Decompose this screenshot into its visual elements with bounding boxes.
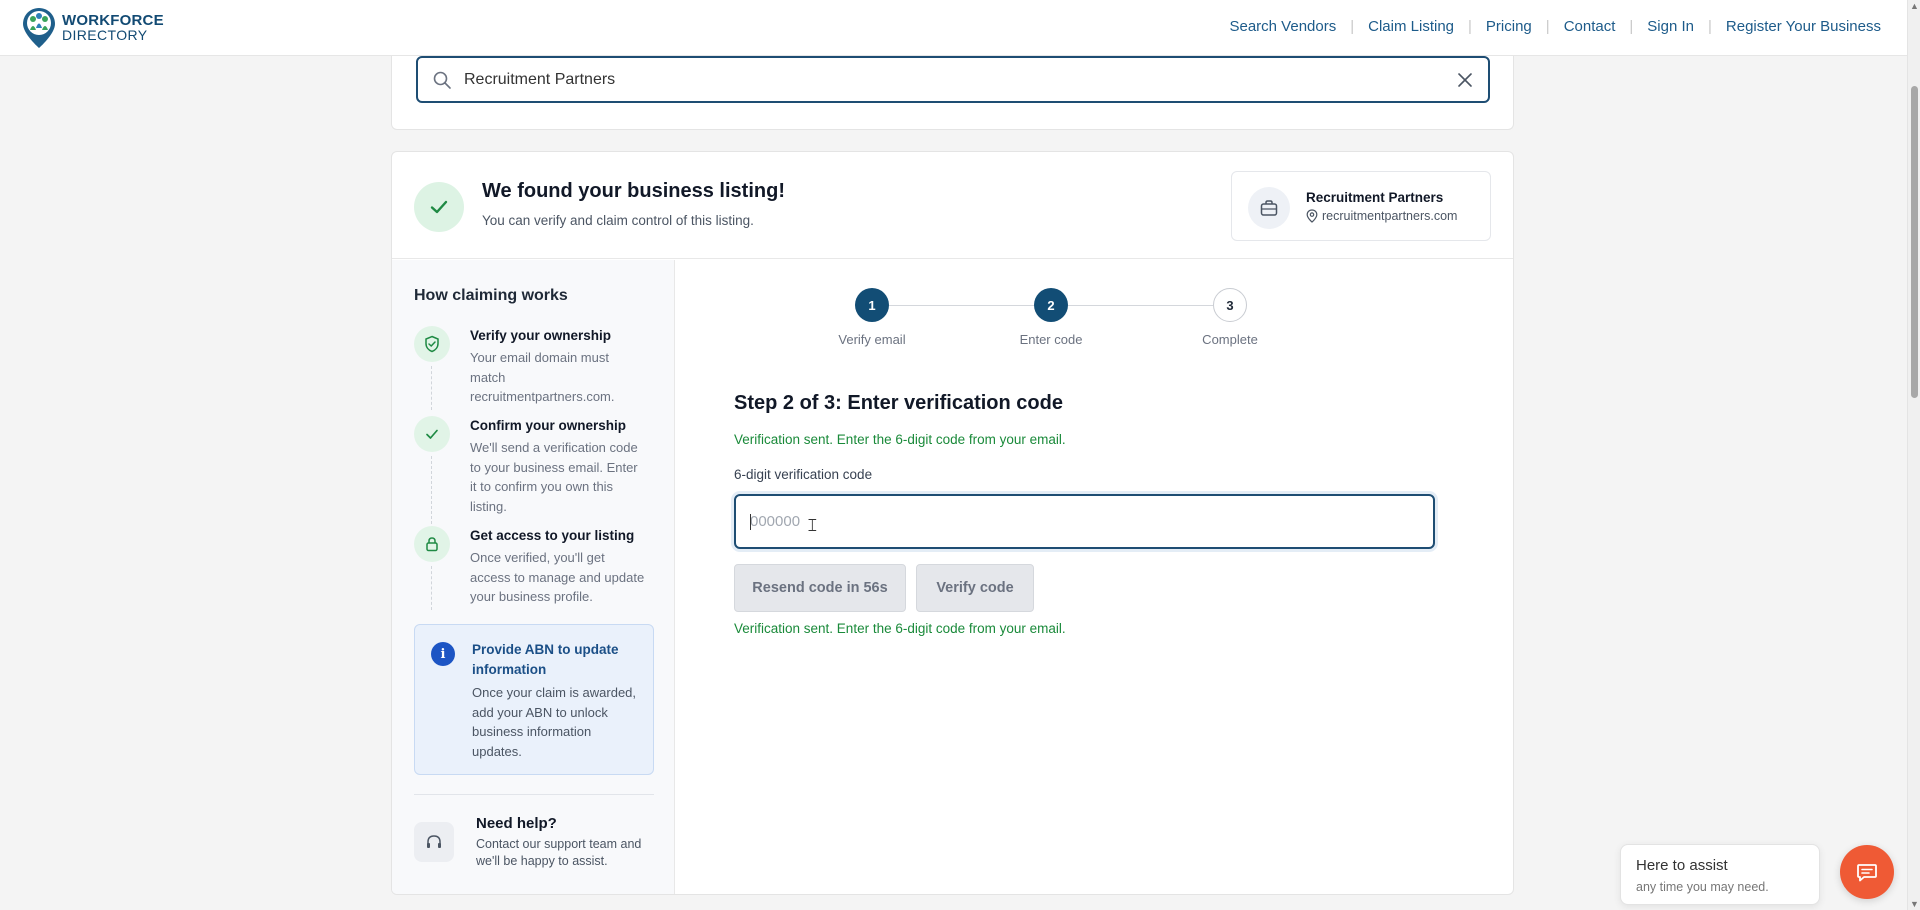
stepper-label-1: Verify email — [838, 332, 906, 347]
search-bar — [416, 56, 1490, 103]
chat-prompt-subtitle: any time you may need. — [1636, 880, 1769, 894]
chat-prompt[interactable]: Here to assist any time you may need. — [1620, 844, 1820, 905]
nav-claim-listing[interactable]: Claim Listing — [1368, 18, 1454, 35]
claim-card: We found your business listing! You can … — [391, 151, 1514, 895]
sidebar-title: How claiming works — [414, 287, 568, 304]
lock-icon — [414, 526, 450, 562]
chat-prompt-title: Here to assist — [1636, 857, 1728, 874]
nav-separator: | — [1468, 18, 1472, 35]
help-title: Need help? — [476, 815, 557, 832]
abn-info-title: Provide ABN to update information — [472, 642, 619, 677]
chat-open-button[interactable] — [1840, 845, 1894, 899]
top-navbar: WORKFORCE DIRECTORY Search Vendors | Cla… — [0, 0, 1907, 56]
resend-code-button[interactable]: Resend code in 56s — [734, 564, 906, 612]
verify-code-button[interactable]: Verify code — [916, 564, 1034, 612]
search-input[interactable] — [464, 70, 1456, 89]
verification-code-input[interactable] — [734, 494, 1435, 549]
stepper-node-3: 3 — [1213, 288, 1247, 322]
business-url: recruitmentpartners.com — [1322, 209, 1458, 223]
logo-pin-icon — [23, 8, 55, 48]
claim-step-text: Once verified, you'll get access to mana… — [470, 550, 645, 604]
check-icon — [414, 416, 450, 452]
brand-name-line1: WORKFORCE — [62, 12, 164, 29]
briefcase-icon — [1248, 187, 1290, 229]
form-title: Step 2 of 3: Enter verification code — [734, 392, 1063, 414]
claim-step-confirm: Confirm your ownership We'll send a veri… — [414, 416, 664, 526]
code-field-label: 6-digit verification code — [734, 467, 873, 482]
claim-step-heading: Confirm your ownership — [470, 418, 627, 433]
claim-step-text: We'll send a verification code to your b… — [470, 440, 638, 514]
claim-step-heading: Get access to your listing — [470, 528, 635, 543]
clear-search-icon[interactable] — [1456, 71, 1474, 89]
ibeam-cursor-icon: 𝙸 — [806, 515, 819, 536]
stepper-label-2: Enter code — [1019, 332, 1083, 347]
success-check-icon — [414, 182, 464, 232]
shield-check-icon — [414, 326, 450, 362]
stepper-label-3: Complete — [1202, 332, 1258, 347]
scroll-up-arrow-icon[interactable]: ▲ — [1910, 1, 1919, 11]
brand-name-line2: DIRECTORY — [62, 27, 148, 43]
brand-logo[interactable]: WORKFORCE DIRECTORY — [22, 7, 164, 49]
claim-step-text: Your email domain must match recruitment… — [470, 350, 615, 404]
scrollbar-thumb[interactable] — [1911, 86, 1918, 398]
nav-contact[interactable]: Contact — [1564, 18, 1616, 35]
step-connector — [431, 456, 432, 524]
listing-found-banner: We found your business listing! You can … — [392, 152, 1513, 259]
step-connector — [431, 566, 432, 610]
stepper-connector — [889, 305, 1034, 306]
business-website: recruitmentpartners.com — [1306, 209, 1457, 223]
stepper-node-1: 1 — [855, 288, 889, 322]
help-text: Contact our support team and we'll be ha… — [476, 837, 642, 868]
headset-icon — [414, 822, 454, 862]
claim-step-verify: Verify your ownership Your email domain … — [414, 326, 664, 411]
verification-sent-message: Verification sent. Enter the 6-digit cod… — [734, 432, 1066, 447]
claim-step-access: Get access to your listing Once verified… — [414, 526, 664, 611]
nav-separator: | — [1629, 18, 1634, 35]
main-nav: Search Vendors | Claim Listing | Pricing… — [1229, 18, 1881, 35]
verification-sent-message: Verification sent. Enter the 6-digit cod… — [734, 621, 1066, 636]
nav-sign-in[interactable]: Sign In — [1647, 18, 1694, 35]
business-name: Recruitment Partners — [1306, 190, 1444, 205]
listing-found-title: We found your business listing! — [482, 180, 785, 202]
info-icon: i — [431, 642, 455, 666]
nav-separator: | — [1545, 18, 1550, 35]
search-icon — [433, 71, 451, 89]
how-claiming-works-panel: How claiming works Verify your ownership… — [392, 260, 675, 894]
nav-pricing[interactable]: Pricing — [1486, 18, 1532, 35]
nav-separator: | — [1708, 18, 1712, 35]
abn-info-text: Once your claim is awarded, add your ABN… — [472, 685, 637, 759]
nav-search-vendors[interactable]: Search Vendors — [1229, 18, 1336, 35]
stepper-connector — [1068, 305, 1213, 306]
search-card — [391, 48, 1514, 130]
scroll-down-arrow-icon[interactable]: ▼ — [1910, 899, 1919, 909]
page-scrollbar[interactable]: ▲ ▼ — [1907, 0, 1920, 910]
claim-step-heading: Verify your ownership — [470, 328, 612, 343]
chat-icon — [1857, 864, 1877, 882]
business-summary: Recruitment Partners recruitmentpartners… — [1231, 171, 1491, 241]
location-pin-icon — [1306, 209, 1318, 223]
abn-info-box: i Provide ABN to update information Once… — [414, 624, 654, 775]
nav-separator: | — [1350, 18, 1355, 35]
listing-found-subtitle: You can verify and claim control of this… — [482, 213, 754, 228]
divider — [414, 794, 654, 795]
nav-register-business[interactable]: Register Your Business — [1726, 18, 1881, 35]
stepper-node-2: 2 — [1034, 288, 1068, 322]
step-connector — [431, 366, 432, 410]
text-caret — [750, 514, 751, 530]
